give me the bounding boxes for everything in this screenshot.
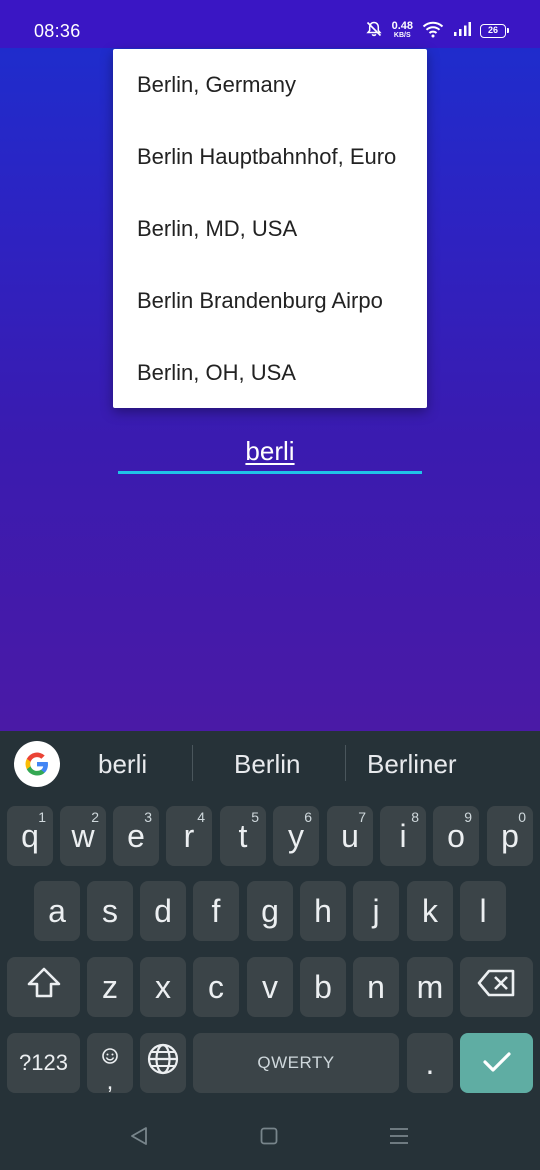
key-hint: 8 bbox=[411, 809, 419, 825]
battery-icon: 26 bbox=[480, 24, 509, 38]
recents-menu-icon[interactable] bbox=[389, 1127, 409, 1150]
key-label: y bbox=[288, 817, 304, 854]
language-key[interactable] bbox=[140, 1033, 186, 1093]
symbols-key[interactable]: ?123 bbox=[7, 1033, 80, 1093]
key-hint: 9 bbox=[464, 809, 472, 825]
suggestion-divider bbox=[345, 745, 346, 781]
key-e[interactable]: e3 bbox=[113, 806, 159, 866]
key-label: t bbox=[238, 817, 248, 854]
shift-icon bbox=[26, 966, 62, 1008]
wifi-icon bbox=[422, 20, 444, 43]
suggestion-divider bbox=[192, 745, 193, 781]
key-hint: 5 bbox=[251, 809, 259, 825]
autocomplete-item[interactable]: Berlin Brandenburg Airpo bbox=[113, 265, 427, 337]
net-speed-unit: KB/S bbox=[393, 32, 411, 39]
net-speed: 0.48 KB/S bbox=[391, 20, 413, 40]
key-f[interactable]: f bbox=[193, 881, 239, 941]
home-icon[interactable] bbox=[260, 1127, 278, 1150]
key-b[interactable]: b bbox=[300, 957, 346, 1017]
suggestion-bar: berli Berlin Berliner bbox=[0, 731, 540, 799]
key-label: i bbox=[399, 817, 407, 854]
period-key[interactable]: . bbox=[407, 1033, 453, 1093]
key-hint: 0 bbox=[518, 809, 526, 825]
key-label: q bbox=[21, 817, 39, 854]
key-h[interactable]: h bbox=[300, 881, 346, 941]
done-key[interactable] bbox=[460, 1033, 533, 1093]
comma-key[interactable]: , bbox=[87, 1033, 133, 1093]
google-logo-icon[interactable] bbox=[14, 741, 60, 787]
city-search-value: berli bbox=[245, 436, 295, 466]
city-search-input[interactable]: berli bbox=[118, 430, 422, 474]
key-q[interactable]: q1 bbox=[7, 806, 53, 866]
key-hint: 2 bbox=[91, 809, 99, 825]
autocomplete-item[interactable]: Berlin Hauptbahnhof, Euro bbox=[113, 121, 427, 193]
autocomplete-item[interactable]: Berlin, Germany bbox=[113, 49, 427, 121]
key-p[interactable]: p0 bbox=[487, 806, 533, 866]
key-a[interactable]: a bbox=[34, 881, 80, 941]
key-hint: 7 bbox=[358, 809, 366, 825]
key-hint: 1 bbox=[38, 809, 46, 825]
soft-keyboard: berli Berlin Berliner q1 w2 e3 r4 t5 y6 … bbox=[0, 731, 540, 1170]
key-k[interactable]: k bbox=[407, 881, 453, 941]
autocomplete-item[interactable]: Berlin, OH, USA bbox=[113, 337, 427, 408]
key-label: r bbox=[183, 817, 195, 854]
key-label: u bbox=[341, 817, 359, 854]
key-c[interactable]: c bbox=[193, 957, 239, 1017]
key-label: o bbox=[447, 817, 465, 854]
net-speed-value: 0.48 bbox=[391, 20, 413, 32]
space-key[interactable]: QWERTY bbox=[193, 1033, 399, 1093]
suggestion-1[interactable]: berli bbox=[98, 749, 147, 780]
suggestion-2[interactable]: Berlin bbox=[234, 749, 300, 780]
key-t[interactable]: t5 bbox=[220, 806, 266, 866]
system-nav-bar bbox=[0, 1103, 540, 1170]
key-u[interactable]: u7 bbox=[327, 806, 373, 866]
globe-icon bbox=[146, 1042, 180, 1084]
shift-key[interactable] bbox=[7, 957, 80, 1017]
autocomplete-item[interactable]: Berlin, MD, USA bbox=[113, 193, 427, 265]
key-n[interactable]: n bbox=[353, 957, 399, 1017]
key-hint: 3 bbox=[144, 809, 152, 825]
key-d[interactable]: d bbox=[140, 881, 186, 941]
key-label: p bbox=[501, 817, 519, 854]
key-i[interactable]: i8 bbox=[380, 806, 426, 866]
key-r[interactable]: r4 bbox=[166, 806, 212, 866]
backspace-icon bbox=[477, 968, 517, 1006]
key-o[interactable]: o9 bbox=[433, 806, 479, 866]
mute-icon bbox=[365, 20, 383, 43]
key-s[interactable]: s bbox=[87, 881, 133, 941]
signal-icon bbox=[453, 21, 471, 42]
status-bar: 08:36 0.48 KB/S 26 bbox=[0, 0, 540, 48]
status-time: 08:36 bbox=[34, 21, 81, 41]
key-x[interactable]: x bbox=[140, 957, 186, 1017]
backspace-key[interactable] bbox=[460, 957, 533, 1017]
key-v[interactable]: v bbox=[247, 957, 293, 1017]
key-hint: 6 bbox=[304, 809, 312, 825]
app-screen: 08:36 0.48 KB/S 26 Berlin, Germany Berli… bbox=[0, 0, 540, 731]
comma-label: , bbox=[106, 1067, 114, 1095]
key-hint: 4 bbox=[197, 809, 205, 825]
checkmark-icon bbox=[482, 1045, 512, 1082]
key-g[interactable]: g bbox=[247, 881, 293, 941]
autocomplete-dropdown: Berlin, Germany Berlin Hauptbahnhof, Eur… bbox=[113, 49, 427, 408]
key-w[interactable]: w2 bbox=[60, 806, 106, 866]
key-label: e bbox=[127, 817, 145, 854]
key-z[interactable]: z bbox=[87, 957, 133, 1017]
key-l[interactable]: l bbox=[460, 881, 506, 941]
key-m[interactable]: m bbox=[407, 957, 453, 1017]
key-y[interactable]: y6 bbox=[273, 806, 319, 866]
back-icon[interactable] bbox=[128, 1125, 150, 1152]
status-icons: 0.48 KB/S 26 bbox=[365, 20, 509, 43]
emoji-icon bbox=[101, 1036, 119, 1073]
key-j[interactable]: j bbox=[353, 881, 399, 941]
suggestion-3[interactable]: Berliner bbox=[367, 749, 457, 780]
